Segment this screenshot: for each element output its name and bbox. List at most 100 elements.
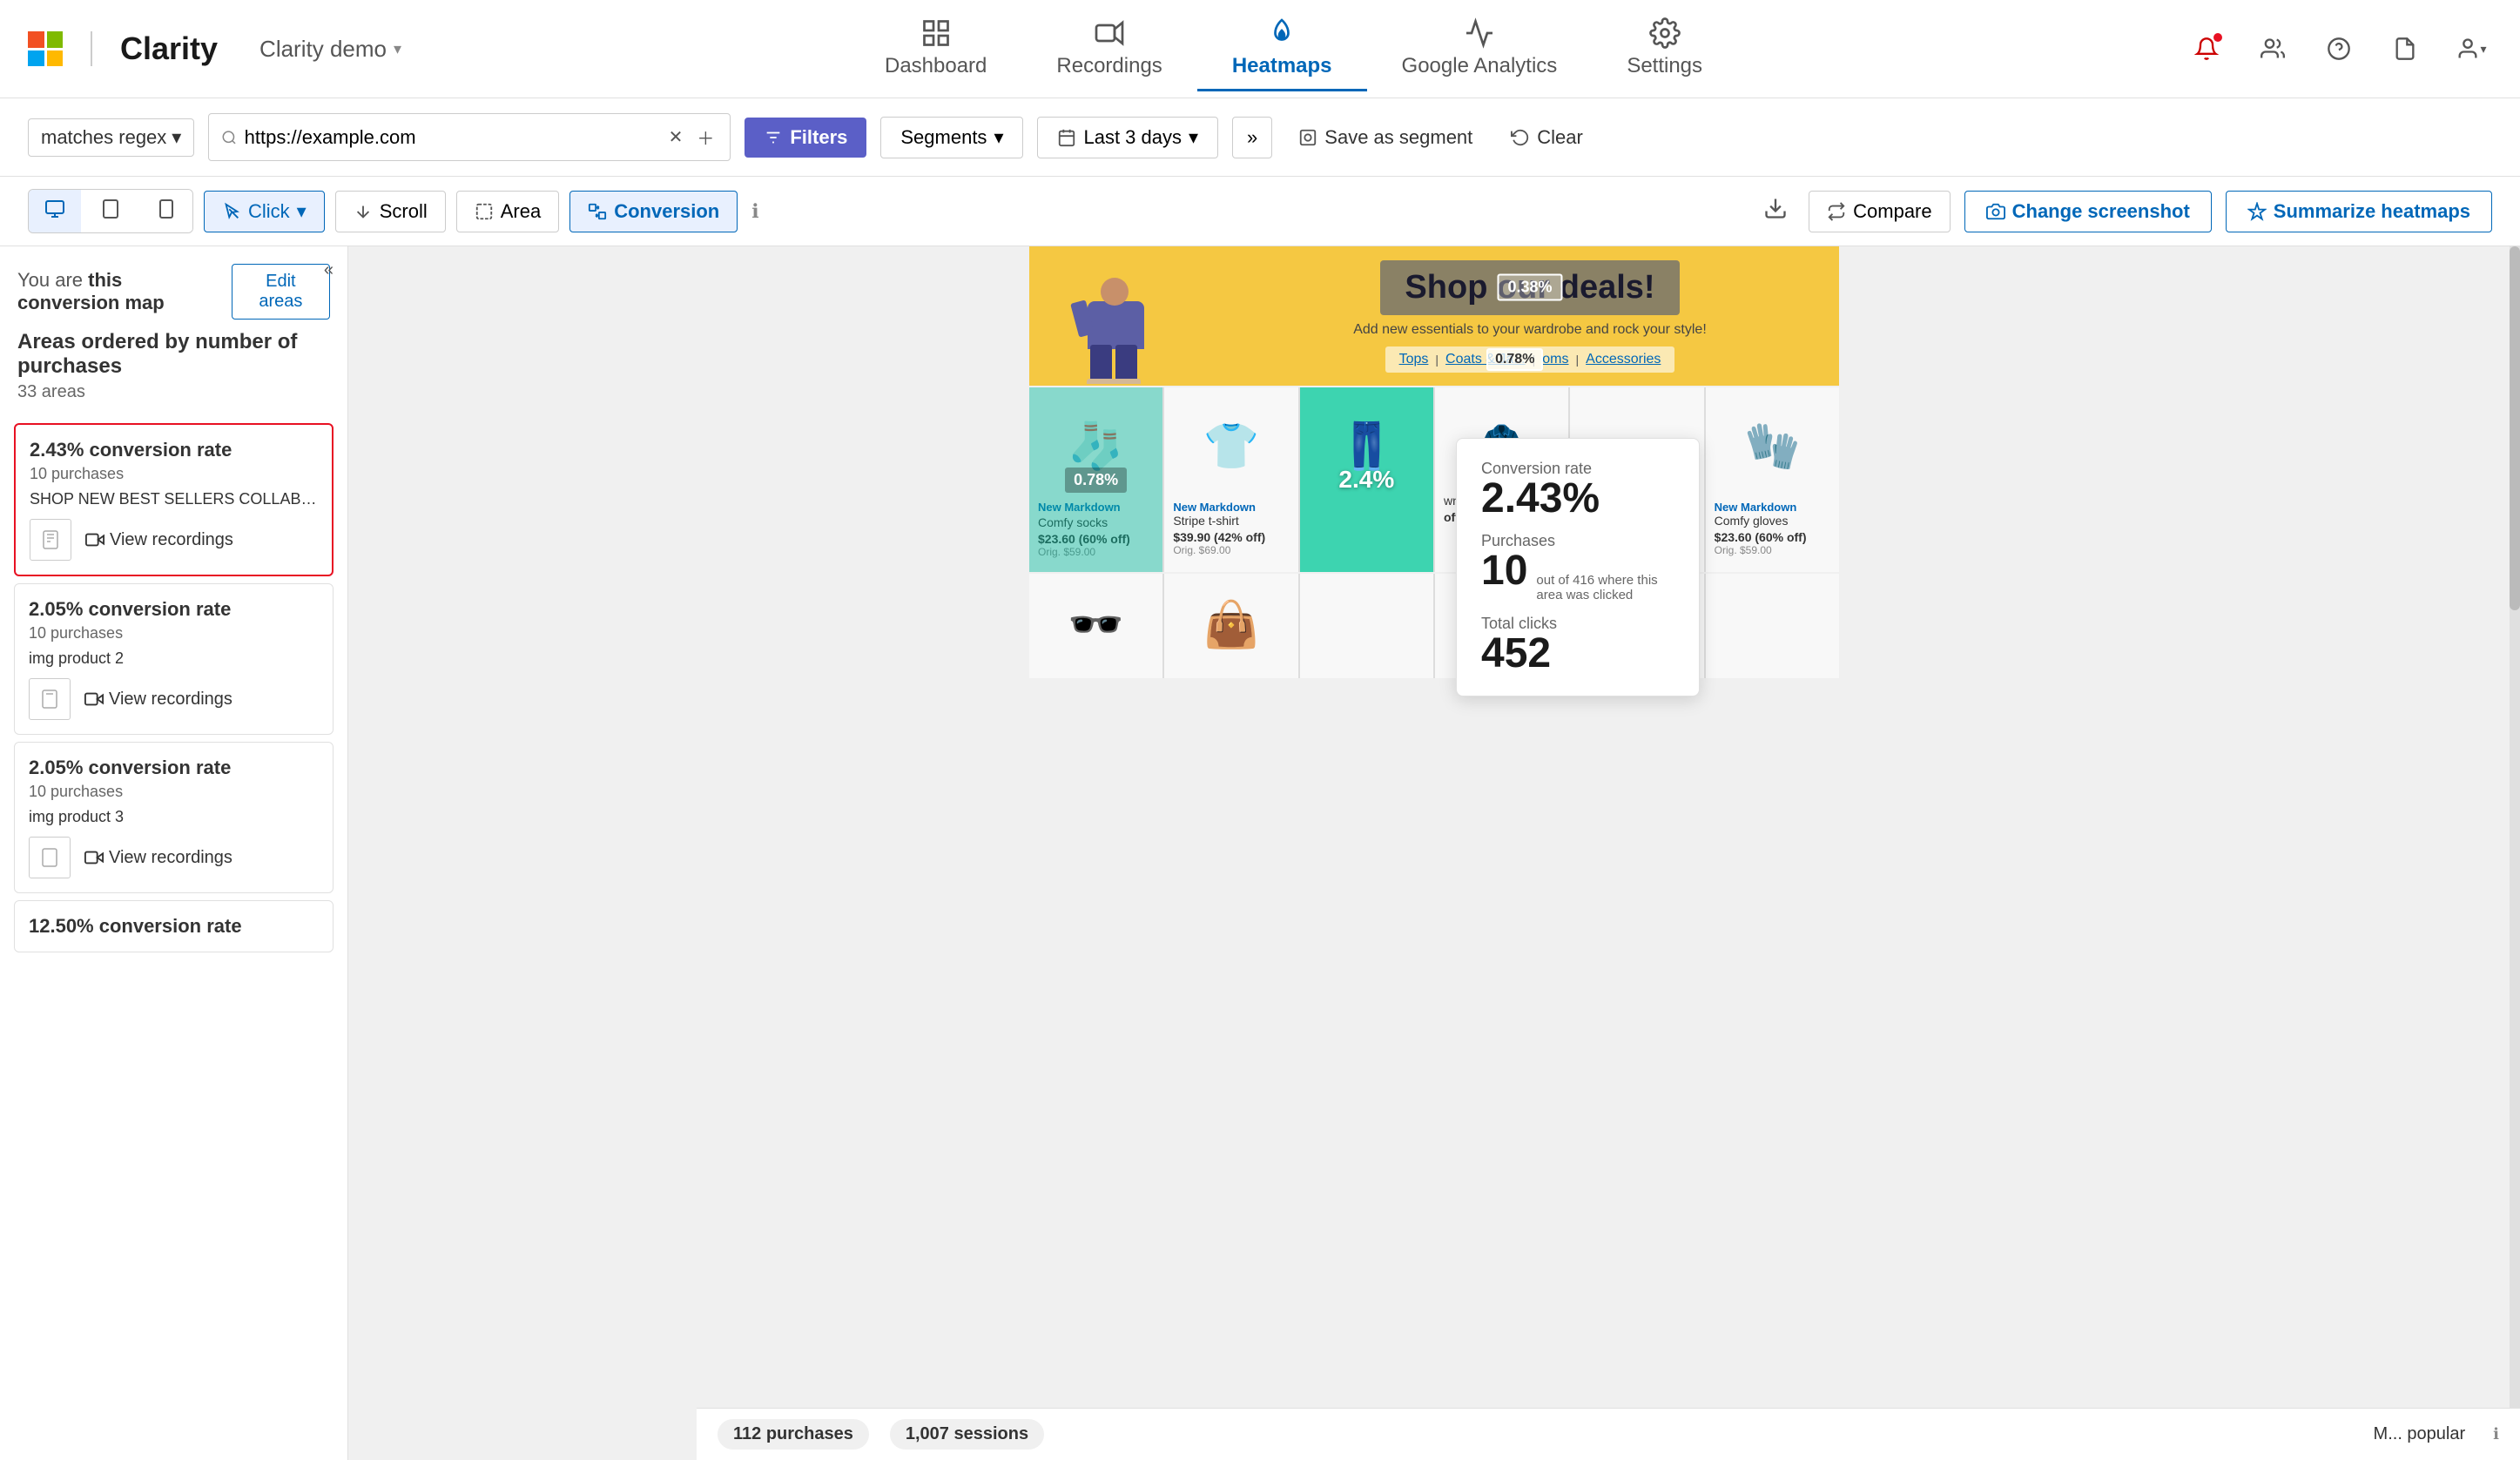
nav-google-analytics[interactable]: Google Analytics	[1367, 7, 1593, 91]
banner-links-overlay: 0.78%	[1486, 348, 1543, 371]
area-2-actions: View recordings	[29, 678, 319, 720]
conversion-heatmap-button[interactable]: Conversion	[569, 191, 738, 232]
project-selector[interactable]: Clarity demo ▾	[259, 36, 401, 63]
popup-clicks-value: 452	[1481, 633, 1674, 675]
nav-heatmaps[interactable]: Heatmaps	[1197, 7, 1367, 91]
area-3-view-recordings-button[interactable]: View recordings	[84, 848, 232, 868]
nav-settings-label: Settings	[1627, 54, 1702, 78]
summarize-heatmaps-button[interactable]: Summarize heatmaps	[2226, 191, 2492, 232]
project-chevron-icon: ▾	[394, 40, 401, 58]
change-screenshot-label: Change screenshot	[2012, 200, 2190, 223]
view-toggle	[28, 189, 193, 233]
sessions-badge-label: 1,007 sessions	[906, 1424, 1028, 1444]
screenshot-wrapper[interactable]: Shop our deals! 0.38% Add new essentials…	[348, 246, 2520, 1460]
product-2-img: 👕	[1173, 398, 1289, 494]
view-desktop-button[interactable]	[29, 190, 81, 232]
nav-dashboard[interactable]: Dashboard	[850, 7, 1021, 91]
document-icon-button[interactable]	[2384, 28, 2426, 70]
project-name-label: Clarity demo	[259, 36, 387, 63]
compare-button[interactable]: Compare	[1809, 191, 1950, 232]
product-card-3[interactable]: 👖 2.4%	[1300, 387, 1433, 572]
panel-collapse-button[interactable]: «	[324, 260, 334, 280]
people-icon-button[interactable]	[2252, 28, 2294, 70]
purchases-badge: 112 purchases	[718, 1419, 869, 1450]
product-card-9[interactable]	[1300, 574, 1433, 678]
sparkle-icon	[2247, 202, 2267, 221]
product-card-6[interactable]: 🧤 New Markdown Comfy gloves $23.60 (60% …	[1706, 387, 1839, 572]
banner-title-wrapper: Shop our deals! 0.38%	[1380, 260, 1679, 315]
download-button[interactable]	[1756, 189, 1795, 233]
conversion-icon	[588, 202, 607, 221]
banner-link-tops[interactable]: Tops	[1399, 352, 1429, 367]
area-1-purchases: 10 purchases	[30, 465, 318, 483]
regex-select[interactable]: matches regex ▾	[28, 118, 194, 157]
scroll-label: Scroll	[380, 200, 428, 223]
help-icon-button[interactable]	[2318, 28, 2360, 70]
segments-button[interactable]: Segments ▾	[880, 117, 1023, 158]
bottom-info-icon[interactable]: ℹ	[2493, 1425, 2499, 1443]
help-icon	[2327, 37, 2351, 61]
camera-icon	[1986, 202, 2005, 221]
scroll-heatmap-button[interactable]: Scroll	[335, 191, 446, 232]
nav-recordings[interactable]: Recordings	[1021, 7, 1196, 91]
change-screenshot-button[interactable]: Change screenshot	[1964, 191, 2212, 232]
product-1-overlay: 0.78%	[1029, 387, 1162, 572]
area-2-thumbnail[interactable]	[29, 678, 71, 720]
search-icon	[221, 128, 237, 147]
edit-areas-button[interactable]: Edit areas	[232, 264, 330, 320]
screenshot-content: Shop our deals! 0.38% Add new essentials…	[1029, 246, 1839, 678]
product-3-overlay-label: 2.4%	[1338, 466, 1394, 494]
product-6-tag: New Markdown	[1715, 501, 1830, 514]
segments-label: Segments	[900, 126, 987, 149]
more-filters-button[interactable]: »	[1232, 117, 1272, 158]
area-1-view-recordings-button[interactable]: View recordings	[85, 530, 233, 550]
area-2-view-recordings-button[interactable]: View recordings	[84, 690, 232, 710]
url-clear-button[interactable]: ✕	[665, 123, 687, 151]
nav-actions: ▾	[2186, 28, 2492, 70]
banner-figure	[1057, 249, 1249, 384]
user-icon	[2456, 37, 2480, 61]
date-range-button[interactable]: Last 3 days ▾	[1037, 117, 1218, 158]
url-add-button[interactable]: ＋	[693, 121, 718, 153]
banner-link-oms[interactable]: oms	[1542, 352, 1568, 367]
user-avatar-button[interactable]: ▾	[2450, 28, 2492, 70]
product-card-1[interactable]: 🧦 0.78% New Markdown Comfy socks $23.60 …	[1029, 387, 1162, 572]
view-tablet-button[interactable]	[84, 190, 137, 232]
area-1-name: SHOP NEW BEST SELLERS COLLABS BUNDLES AC…	[30, 490, 318, 508]
area-label: Area	[501, 200, 541, 223]
area-1-thumbnail[interactable]	[30, 519, 71, 561]
click-heatmap-button[interactable]: Click ▾	[204, 191, 325, 232]
right-scrollbar[interactable]	[2510, 246, 2520, 1460]
product-grid-row1: 🧦 0.78% New Markdown Comfy socks $23.60 …	[1029, 387, 1839, 572]
main-nav: Dashboard Recordings Heatmaps Google Ana…	[850, 7, 1737, 91]
url-input-wrapper: ✕ ＋	[208, 113, 731, 161]
click-chevron-icon: ▾	[297, 200, 307, 223]
top-nav: Clarity Clarity demo ▾ Dashboard Recordi…	[0, 0, 2520, 98]
info-icon[interactable]: ℹ	[751, 200, 758, 223]
banner-link-accessories[interactable]: Accessories	[1586, 352, 1661, 367]
url-input[interactable]	[245, 126, 658, 149]
ms-logo: Clarity	[28, 30, 218, 67]
save-segment-button[interactable]: Save as segment	[1286, 119, 1485, 156]
notifications-button[interactable]	[2186, 28, 2227, 70]
nav-settings[interactable]: Settings	[1592, 7, 1737, 91]
regex-label: matches regex	[41, 126, 166, 149]
product-6-name: Comfy gloves	[1715, 514, 1830, 528]
popup-purchases-row: 10 out of 416 where this area was clicke…	[1481, 550, 1674, 602]
bell-icon	[2194, 37, 2219, 61]
video-play-icon	[84, 848, 104, 867]
filters-button[interactable]: Filters	[745, 118, 866, 158]
most-popular-label: M... popular	[2374, 1424, 2466, 1444]
product-card-2[interactable]: 👕 New Markdown Stripe t-shirt $39.90 (42…	[1164, 387, 1297, 572]
clear-button[interactable]: Clear	[1499, 119, 1595, 156]
scroll-thumb[interactable]	[2510, 246, 2520, 610]
product-card-7[interactable]: 🕶️	[1029, 574, 1162, 678]
area-heatmap-button[interactable]: Area	[456, 191, 559, 232]
chart-icon	[1464, 17, 1495, 49]
left-panel: « You are this conversion map Edit areas…	[0, 246, 348, 1460]
conversion-popup: Conversion rate 2.43% Purchases 10 out o…	[1456, 438, 1700, 696]
product-card-8[interactable]: 👜	[1164, 574, 1297, 678]
area-3-thumbnail[interactable]	[29, 837, 71, 878]
regex-chevron-icon: ▾	[172, 126, 181, 149]
view-mobile-button[interactable]	[140, 190, 192, 232]
